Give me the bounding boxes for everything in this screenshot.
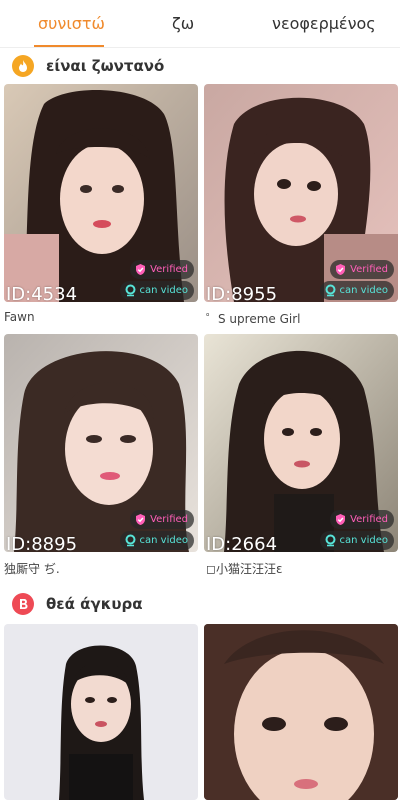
top-tab-bar: συνιστώ ζω νεοφερμένος: [0, 0, 400, 48]
pin-icon: [325, 284, 336, 297]
streamer-card[interactable]: Verified can video ID:2664: [204, 334, 398, 552]
verified-badge: Verified: [130, 510, 194, 529]
video-badge: can video: [119, 531, 194, 550]
verified-badge: Verified: [330, 510, 394, 529]
section-title: είναι ζωντανό: [46, 57, 165, 75]
streamer-card[interactable]: Verified can video ID:8895: [4, 334, 198, 552]
section-title: θεά άγκυρα: [46, 595, 143, 613]
streamer-id: ID:8955: [206, 284, 278, 302]
streamer-id: ID:4534: [6, 284, 78, 302]
pin-icon: [125, 284, 136, 297]
streamer-id: ID:2664: [206, 534, 278, 552]
streamer-name: 独厮守 ぢ.: [4, 562, 60, 576]
active-tab-indicator: [34, 45, 104, 47]
shield-check-icon: [336, 264, 346, 275]
video-badge: can video: [319, 281, 394, 300]
pin-icon: [325, 534, 336, 547]
streamer-id: ID:8895: [6, 534, 78, 552]
streamer-card[interactable]: Verified can video ID:4534: [4, 84, 198, 302]
verified-badge: Verified: [330, 260, 394, 279]
streamer-name: ◻小猫汪汪汪ε: [206, 562, 283, 576]
video-badge: can video: [319, 531, 394, 550]
pin-icon: [125, 534, 136, 547]
tab-recommend[interactable]: συνιστώ: [38, 14, 105, 33]
section-goddess-header: θεά άγκυρα: [12, 592, 143, 616]
streamer-card[interactable]: [204, 624, 398, 800]
streamer-photo: [204, 624, 398, 800]
streamer-photo: [4, 624, 198, 800]
verified-badge: Verified: [130, 260, 194, 279]
b-logo-icon: [12, 593, 34, 615]
tab-live[interactable]: ζω: [172, 14, 194, 33]
streamer-name: Fawn: [4, 310, 35, 324]
shield-check-icon: [136, 264, 146, 275]
shield-check-icon: [136, 514, 146, 525]
streamer-card[interactable]: [4, 624, 198, 800]
flame-icon: [12, 55, 34, 77]
section-live-header: είναι ζωντανό: [12, 54, 164, 78]
shield-check-icon: [336, 514, 346, 525]
streamer-name: ゜S upreme Girl: [206, 312, 301, 326]
tab-newcomer[interactable]: νεοφερμένος: [272, 14, 376, 33]
streamer-card[interactable]: Verified can video ID:8955: [204, 84, 398, 302]
video-badge: can video: [119, 281, 194, 300]
